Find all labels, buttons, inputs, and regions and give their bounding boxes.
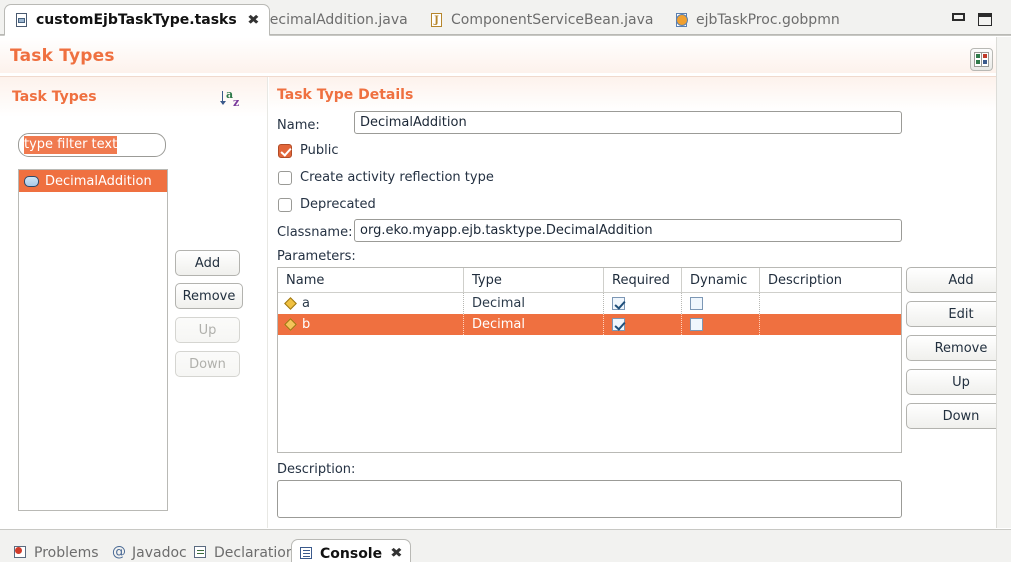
task-types-section-title: Task Types — [12, 89, 97, 105]
required-checkbox[interactable] — [612, 297, 625, 310]
parameter-icon — [284, 297, 297, 310]
task-types-panel: Task Types az type filter text DecimalAd… — [0, 77, 268, 528]
cell-required — [604, 293, 682, 314]
view-tab-javadoc[interactable]: @ Javadoc — [104, 539, 195, 562]
layout-columns-icon[interactable] — [970, 48, 993, 71]
editor-window: customEjbTaskType.tasks ✖ J DecimalAddit… — [0, 0, 1011, 562]
view-tab-console[interactable]: Console ✖ — [291, 539, 412, 562]
view-tab-label: Problems — [34, 545, 99, 561]
create-activity-reflection-type-checkbox[interactable] — [278, 170, 292, 185]
create-activity-reflection-type-label: Create activity reflection type — [300, 170, 494, 185]
parameter-icon — [284, 318, 297, 331]
name-input[interactable]: DecimalAddition — [354, 111, 902, 134]
dynamic-checkbox[interactable] — [690, 297, 703, 310]
task-type-icon — [24, 175, 39, 187]
editor-tab-label: ComponentServiceBean.java — [451, 12, 654, 28]
column-header-name[interactable]: Name — [278, 268, 464, 292]
close-icon[interactable]: ✖ — [390, 546, 403, 561]
column-header-required[interactable]: Required — [604, 268, 682, 292]
vertical-scrollbar[interactable] — [996, 37, 1011, 528]
form-header-band — [0, 37, 1011, 73]
task-types-list[interactable]: DecimalAddition — [18, 169, 168, 511]
filter-input-value: type filter text — [24, 136, 118, 154]
declaration-icon — [194, 546, 208, 560]
table-row[interactable]: a Decimal — [278, 293, 901, 314]
editor-tab-label: customEjbTaskType.tasks — [36, 12, 237, 28]
task-type-filter-input[interactable]: type filter text — [18, 133, 166, 157]
parameters-table-header: Name Type Required Dynamic Description — [278, 268, 901, 293]
minimize-icon[interactable] — [952, 13, 965, 21]
move-task-type-down-button: Down — [175, 351, 240, 377]
parameters-table[interactable]: Name Type Required Dynamic Description a… — [277, 267, 902, 453]
public-checkbox-label: Public — [300, 143, 339, 158]
view-tab-label: Declaration — [214, 545, 295, 561]
console-icon — [300, 546, 314, 561]
view-tab-label: Javadoc — [132, 545, 187, 561]
column-header-type[interactable]: Type — [464, 268, 604, 292]
cell-required — [604, 314, 682, 335]
view-tab-problems[interactable]: Problems — [6, 539, 107, 562]
details-section-title: Task Type Details — [277, 87, 414, 103]
cell-dynamic — [682, 293, 760, 314]
editor-tab-ejbtaskproc-gobpmn[interactable]: ejbTaskProc.gobpmn — [665, 4, 850, 36]
deprecated-checkbox-label: Deprecated — [300, 197, 376, 212]
gobpmn-file-icon — [675, 12, 689, 28]
sort-az-icon[interactable]: az — [220, 88, 244, 110]
deprecated-checkbox-row[interactable]: Deprecated — [278, 197, 376, 212]
java-file-icon: J — [430, 12, 444, 28]
cell-description — [760, 293, 901, 314]
view-tab-label: Console — [320, 545, 383, 562]
close-icon[interactable]: ✖ — [247, 13, 260, 28]
bottom-view-tab-bar: Problems @ Javadoc Declaration Console ✖ — [0, 529, 1011, 562]
description-label: Description: — [277, 462, 356, 477]
editor-tab-componentservicebean-java[interactable]: J ComponentServiceBean.java — [420, 4, 663, 36]
description-input[interactable] — [277, 480, 902, 518]
cell-name: b — [278, 314, 464, 335]
required-checkbox[interactable] — [612, 318, 625, 331]
cell-name: a — [278, 293, 464, 314]
cell-name-label: a — [302, 296, 310, 311]
editor-tab-bar: customEjbTaskType.tasks ✖ J DecimalAddit… — [0, 0, 1011, 36]
editor-tab-label: ejbTaskProc.gobpmn — [696, 12, 840, 28]
cell-type: Decimal — [464, 314, 604, 335]
classname-label: Classname: — [277, 225, 353, 240]
create-activity-reflection-type-checkbox-row[interactable]: Create activity reflection type — [278, 170, 494, 185]
add-task-type-button[interactable]: Add — [175, 250, 240, 276]
cell-dynamic — [682, 314, 760, 335]
parameters-label: Parameters: — [277, 249, 356, 264]
task-type-details-panel: Task Type Details Name: DecimalAddition … — [269, 77, 1011, 528]
dynamic-checkbox[interactable] — [690, 318, 703, 331]
remove-task-type-button[interactable]: Remove — [175, 283, 243, 309]
public-checkbox-row[interactable]: Public — [278, 143, 338, 158]
tasks-file-icon — [15, 12, 29, 28]
table-row[interactable]: b Decimal — [278, 314, 901, 335]
view-tab-declaration[interactable]: Declaration — [186, 539, 303, 562]
cell-name-label: b — [302, 317, 311, 332]
public-checkbox[interactable] — [278, 143, 292, 158]
list-item-label: DecimalAddition — [45, 173, 152, 189]
move-task-type-up-button: Up — [175, 317, 240, 343]
page-title: Task Types — [10, 46, 115, 66]
column-header-dynamic[interactable]: Dynamic — [682, 268, 760, 292]
name-label: Name: — [277, 118, 320, 133]
problems-icon — [14, 546, 28, 560]
cell-description — [760, 314, 901, 335]
editor-tab-tasks[interactable]: customEjbTaskType.tasks ✖ — [4, 4, 270, 36]
list-item[interactable]: DecimalAddition — [19, 170, 167, 192]
deprecated-checkbox[interactable] — [278, 197, 292, 212]
cell-type: Decimal — [464, 293, 604, 314]
javadoc-icon: @ — [112, 544, 126, 560]
classname-input[interactable]: org.eko.myapp.ejb.tasktype.DecimalAdditi… — [354, 219, 902, 242]
column-header-description[interactable]: Description — [760, 268, 901, 292]
maximize-icon[interactable] — [978, 13, 992, 26]
editor-tab-label: DecimalAddition.java — [259, 12, 408, 28]
